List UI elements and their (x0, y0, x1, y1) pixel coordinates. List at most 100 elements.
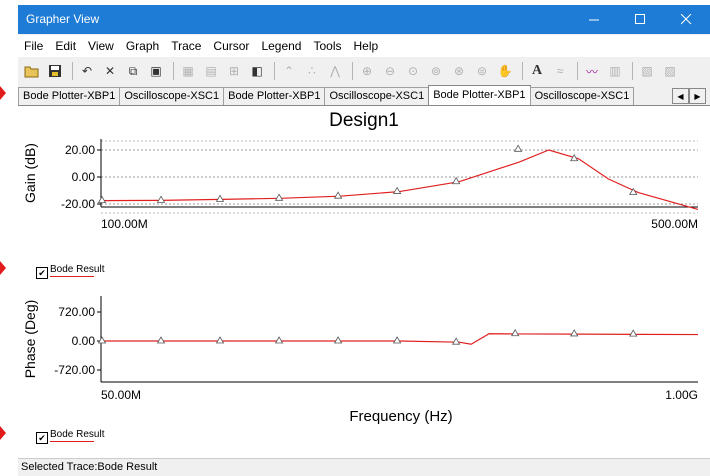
maximize-icon (634, 14, 645, 24)
phase-trace-marker-icon (0, 426, 6, 440)
phase-axis-label: Phase (Deg) (22, 300, 38, 379)
title-bar: Grapher View (18, 5, 710, 34)
close-button[interactable] (663, 5, 709, 34)
tab-1[interactable]: Oscilloscope-XSC1 (119, 87, 225, 105)
menu-help[interactable]: Help (348, 39, 385, 53)
toggle-compression-icon[interactable]: ≈ (550, 61, 570, 81)
toolbar-separator (632, 62, 633, 80)
gain-trace-marker-icon (0, 261, 6, 275)
gain-legend-label: Bode Result (50, 264, 105, 275)
menu-legend[interactable]: Legend (255, 39, 307, 53)
gain-legend-checkbox[interactable]: ✔ (36, 267, 48, 279)
phase-marker (451, 337, 461, 345)
zoom-out-icon[interactable]: ⊖ (380, 61, 400, 81)
delete-icon[interactable]: ✕ (100, 61, 120, 81)
tab-4[interactable]: Bode Plotter-XBP1 (428, 85, 531, 105)
gain-marker (215, 194, 225, 202)
tab-2[interactable]: Bode Plotter-XBP1 (223, 87, 326, 105)
minimize-button[interactable] (571, 5, 617, 34)
x-axis-label: Frequency (Hz) (349, 408, 452, 425)
show-triangles-icon[interactable]: ⋀ (325, 61, 345, 81)
font-icon[interactable]: A (527, 61, 547, 81)
gain-marker (333, 191, 343, 199)
phase-legend-checkbox[interactable]: ✔ (36, 432, 48, 444)
export-to-excel-icon[interactable]: ▥ (605, 61, 625, 81)
phase-marker (510, 328, 520, 337)
toolbar-separator (352, 62, 353, 80)
gain-legend[interactable]: ✔ Bode Result (36, 264, 104, 279)
menu-cursor[interactable]: Cursor (207, 39, 255, 53)
gain-marker (451, 176, 461, 185)
gain-marker (97, 195, 107, 204)
phase-marker (333, 336, 343, 344)
menu-trace[interactable]: Trace (165, 39, 207, 53)
show-dots-icon[interactable]: ∴ (302, 61, 322, 81)
tab-0[interactable]: Bode Plotter-XBP1 (18, 87, 121, 105)
window-title: Grapher View (26, 12, 100, 26)
gain-tick-label: 20.00 (65, 143, 95, 157)
tab-marker-icon (0, 86, 6, 100)
desktop-margin (0, 0, 18, 475)
phase-marker (97, 336, 107, 344)
gain-marker (274, 193, 284, 201)
toolbar-separator (522, 62, 523, 80)
phase-tick-label: -720.00 (54, 363, 95, 377)
graph-title: Design1 (329, 110, 399, 131)
menu-tools[interactable]: Tools (307, 39, 347, 53)
zoom-x-icon[interactable]: ⊚ (426, 61, 446, 81)
toolbar-separator (173, 62, 174, 80)
copy-icon[interactable]: ⧉ (123, 61, 143, 81)
undo-icon[interactable]: ↶ (77, 61, 97, 81)
phase-marker (215, 336, 225, 344)
phase-marker (629, 329, 638, 337)
zoom-y-icon[interactable]: ⊛ (449, 61, 469, 81)
zoom-in-icon[interactable]: ⊕ (357, 61, 377, 81)
cursors-icon[interactable]: ⊞ (224, 61, 244, 81)
phase-x-end-label: 1.00G (665, 388, 698, 402)
gain-tick-label: 0.00 (72, 170, 96, 184)
zoom-area-icon[interactable]: ⊙ (403, 61, 423, 81)
tab-5[interactable]: Oscilloscope-XSC1 (529, 87, 635, 105)
grid-icon[interactable]: ▦ (178, 61, 198, 81)
phase-tick-label: 720.00 (58, 305, 95, 319)
gain-legend-swatch (50, 276, 94, 277)
phase-marker (392, 336, 402, 344)
gain-x-start-label: 100.00M (101, 217, 148, 231)
bode-plot[interactable]: Design1 20.00 0.00 -20.00 Gain (dB) 100.00M 50… (18, 106, 710, 458)
menu-view[interactable]: View (82, 39, 120, 53)
gain-marker (392, 186, 402, 194)
menu-file[interactable]: File (18, 39, 49, 53)
menu-edit[interactable]: Edit (49, 39, 82, 53)
paste-icon[interactable]: ▣ (146, 61, 166, 81)
tab-scroll-left-icon[interactable]: ◀ (672, 88, 689, 104)
gain-marker (513, 144, 523, 152)
save-icon[interactable] (45, 61, 65, 81)
toolbar: ↶ ✕ ⧉ ▣ ▦ ▤ ⊞ ◧ ⌃ ∴ ⋀ ⊕ ⊖ ⊙ ⊚ ⊛ ⊜ ✋ A ≈ … (18, 58, 710, 84)
phase-legend-swatch (50, 441, 94, 442)
overlay-icon[interactable]: ◧ (247, 61, 267, 81)
gain-axis-label: Gain (dB) (22, 143, 38, 203)
gain-x-end-label: 500.00M (651, 217, 698, 231)
tab-strip: Bode Plotter-XBP1 Oscilloscope-XSC1 Bode P… (18, 85, 710, 105)
pan-icon[interactable]: ✋ (495, 61, 515, 81)
gain-trace (100, 149, 699, 210)
phase-tick-label: 0.00 (72, 334, 96, 348)
legend-icon[interactable]: ▤ (201, 61, 221, 81)
print-preview-icon[interactable]: ▨ (660, 61, 680, 81)
toolbar-separator (577, 62, 578, 80)
show-select-marks-icon[interactable]: ⌃ (279, 61, 299, 81)
graph-canvas[interactable]: Design1 20.00 0.00 -20.00 Gain (dB) 100.00M 50… (18, 105, 710, 458)
menu-graph[interactable]: Graph (120, 39, 165, 53)
toolbar-separator (274, 62, 275, 80)
zoom-full-icon[interactable]: ⊜ (472, 61, 492, 81)
print-icon[interactable]: ▧ (637, 61, 657, 81)
minimize-icon (588, 19, 599, 21)
tab-3[interactable]: Oscilloscope-XSC1 (324, 87, 430, 105)
open-folder-icon[interactable] (22, 61, 42, 81)
menu-bar: File Edit View Graph Trace Cursor Legend… (18, 35, 710, 57)
phase-legend[interactable]: ✔ Bode Result (36, 429, 104, 444)
status-bar: Selected Trace:Bode Result (18, 458, 710, 476)
tab-scroll-right-icon[interactable]: ▶ (689, 88, 706, 104)
maximize-button[interactable] (617, 5, 663, 34)
toggle-background-icon[interactable]: 〰 (582, 61, 602, 81)
